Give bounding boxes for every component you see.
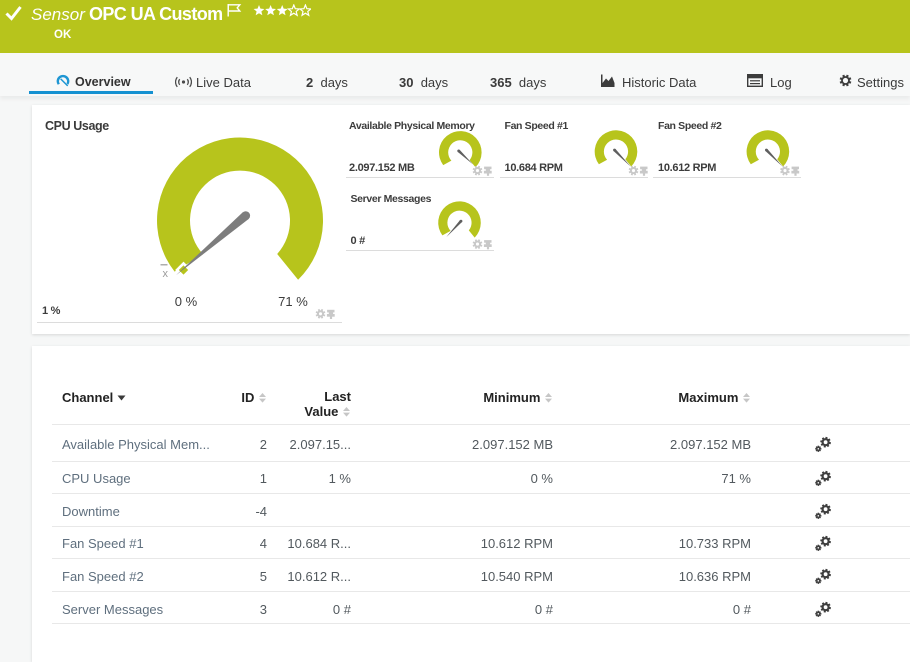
- svg-text:x: x: [163, 268, 169, 280]
